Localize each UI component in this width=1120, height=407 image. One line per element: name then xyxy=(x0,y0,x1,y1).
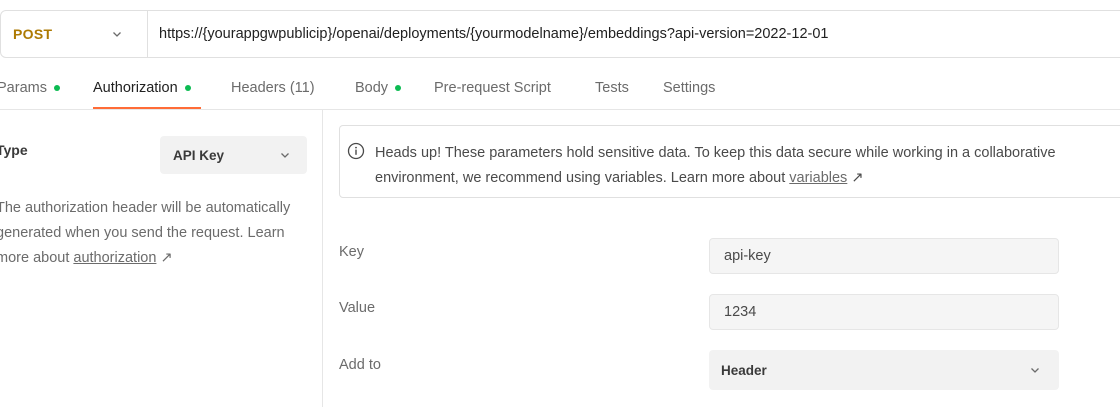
notice-line-2-text: environment, we recommend using variable… xyxy=(375,170,786,186)
auth-type-value: API Key xyxy=(173,147,225,163)
authorization-link[interactable]: authorization xyxy=(73,250,156,266)
key-input[interactable]: api-key xyxy=(709,238,1059,274)
request-url-bar: POST https://{yourappgwpublicip}/openai/… xyxy=(0,10,1120,58)
tab-params[interactable]: Params xyxy=(0,80,60,96)
variables-link[interactable]: variables xyxy=(789,170,847,186)
active-tab-indicator xyxy=(93,107,201,109)
request-tabs: Params Authorization Headers (11) Body P… xyxy=(0,70,1120,110)
tab-label: Body xyxy=(355,80,389,96)
tab-label: Headers (11) xyxy=(231,80,315,96)
external-link-icon: ↗ xyxy=(851,170,864,186)
status-dot xyxy=(184,85,191,91)
add-to-select[interactable]: Header xyxy=(709,350,1059,390)
tab-body[interactable]: Body xyxy=(355,80,402,96)
tab-tests[interactable]: Tests xyxy=(595,80,629,96)
tab-label: Authorization xyxy=(93,80,178,96)
tab-label: Params xyxy=(0,80,47,96)
method-label: POST xyxy=(13,26,53,42)
notice-line-1: Heads up! These parameters hold sensitiv… xyxy=(375,145,1056,161)
type-label: Type xyxy=(0,142,28,158)
add-to-value: Header xyxy=(721,362,767,378)
tab-headers[interactable]: Headers (11) xyxy=(231,80,315,96)
chevron-down-icon xyxy=(279,149,291,161)
tab-settings[interactable]: Settings xyxy=(663,80,715,96)
key-label: Key xyxy=(339,244,364,260)
method-select[interactable]: POST xyxy=(1,11,148,57)
value-label: Value xyxy=(339,300,376,316)
tab-label: Pre-request Script xyxy=(434,80,551,96)
value-input[interactable]: 1234 xyxy=(709,294,1059,330)
info-icon xyxy=(347,142,365,160)
status-dot xyxy=(395,85,402,91)
add-to-label: Add to xyxy=(339,357,381,373)
tab-pre-request-script[interactable]: Pre-request Script xyxy=(434,80,551,96)
sensitive-data-notice: Heads up! These parameters hold sensitiv… xyxy=(339,125,1120,198)
tab-label: Settings xyxy=(663,80,716,96)
status-dot xyxy=(53,85,60,91)
auth-type-panel: Type API Key The authorization header wi… xyxy=(0,110,323,407)
tab-authorization[interactable]: Authorization xyxy=(93,80,191,96)
tab-label: Tests xyxy=(595,80,629,96)
chevron-down-icon xyxy=(1029,364,1041,376)
external-link-icon: ↗ xyxy=(160,250,173,266)
auth-description: The authorization header will be automat… xyxy=(0,196,318,271)
chevron-down-icon xyxy=(111,28,123,40)
auth-type-select[interactable]: API Key xyxy=(160,136,307,174)
url-input[interactable]: https://{yourappgwpublicip}/openai/deplo… xyxy=(148,26,828,42)
notice-line-2: environment, we recommend using variable… xyxy=(375,166,1120,191)
